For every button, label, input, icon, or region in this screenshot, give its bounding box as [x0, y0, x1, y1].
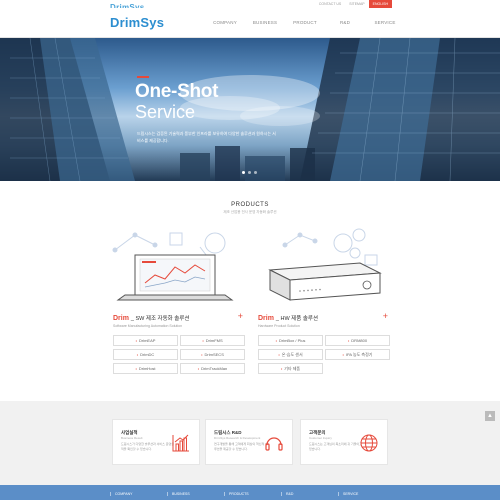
hardware-device-illustration	[268, 228, 382, 301]
info-card-rnd[interactable]: 드림시스 R&D DrimSys Research & Development …	[205, 419, 293, 465]
main-nav: COMPANY BUSINESS PRODUCT R&D SERVICE	[205, 20, 405, 25]
footer-products[interactable]: PRODUCTS	[224, 492, 281, 496]
footer-business[interactable]: BUSINESS	[167, 492, 224, 496]
product-label: DRM800	[351, 338, 368, 343]
product-button-sensor[interactable]: • 온·습도 센서	[258, 349, 323, 360]
sw-brand: Drim	[113, 315, 129, 322]
footer-nav: COMPANY BUSINESS PRODUCTS R&D SERVICE	[110, 492, 395, 496]
footer-company[interactable]: COMPANY	[110, 492, 167, 496]
sw-product-name[interactable]: Drim _ SW 제조 자동화 솔루션	[113, 314, 243, 322]
product-button-drimdc[interactable]: • DrimDC	[113, 349, 178, 360]
hw-product-name[interactable]: Drim _ HW 제품 솔루션	[258, 314, 388, 322]
hw-name: _ HW 제품 솔루션	[275, 316, 319, 322]
nav-business[interactable]: BUSINESS	[245, 20, 285, 25]
logo[interactable]: DrimSys	[110, 15, 164, 30]
sw-product-english: Software Manufacturing Automation Soluti…	[113, 324, 183, 328]
footer-rnd[interactable]: R&D	[281, 492, 338, 496]
laptop-chart-illustration	[112, 232, 234, 301]
card-english: Customer Inquiry	[309, 436, 332, 440]
info-band: ▲ 사업실적 Business Result 드림시스가 다양한 솔루션과 서비…	[0, 401, 500, 485]
product-label: DrimHost	[138, 366, 156, 371]
nav-product[interactable]: PRODUCT	[285, 20, 325, 25]
sw-product-list: • DrimEAP • DrimFMS • DrimDC • DrimSECS • Dri…	[113, 335, 245, 374]
hero-subtitle: Service	[135, 102, 196, 122]
footer-service[interactable]: SERVICE	[338, 492, 395, 496]
product-button-drimtrackman[interactable]: • DrimTrackMan	[180, 363, 245, 374]
product-button-other[interactable]: • 기타 제품	[258, 363, 323, 374]
product-label: DrimEAP	[138, 338, 156, 343]
nav-service[interactable]: SERVICE	[365, 20, 405, 25]
nav-rnd[interactable]: R&D	[325, 20, 365, 25]
header: DrimSys COMPANY BUSINESS PRODUCT R&D SER…	[0, 8, 500, 38]
sitemap-link[interactable]: SITEMAP	[345, 0, 368, 8]
bar-chart-icon	[172, 434, 189, 452]
card-description: 연구개발을 통해 고객에게 최상의 혁신적 솔루션을 제공할 수 있습니다.	[214, 442, 268, 451]
product-label: DrimSECS	[204, 352, 224, 357]
info-card-business-result[interactable]: 사업실적 Business Result 드림시스가 다양한 솔루션과 서비스 …	[112, 419, 200, 465]
sw-more-plus-icon[interactable]: +	[238, 311, 243, 321]
headset-icon	[265, 437, 283, 451]
product-button-ipa-meter[interactable]: • IPA 농도 측정기	[325, 349, 390, 360]
info-card-customer-inquiry[interactable]: 고객문의 Customer Inquiry 드림시스는 고객님의 목소리에 귀 …	[300, 419, 388, 465]
globe-icon	[360, 434, 378, 452]
slider-dot[interactable]	[254, 171, 257, 174]
product-button-drimeap[interactable]: • DrimEAP	[113, 335, 178, 346]
hw-more-plus-icon[interactable]: +	[383, 311, 388, 321]
hero-buildings-image	[0, 38, 500, 181]
card-english: DrimSys Research & Development	[214, 436, 261, 440]
nav-company[interactable]: COMPANY	[205, 20, 245, 25]
product-label: DrimBox / Plus	[278, 338, 306, 343]
product-label: DrimFMS	[205, 338, 223, 343]
sw-name: _ SW 제조 자동화 솔루션	[130, 316, 190, 322]
product-label: 온·습도 센서	[281, 351, 303, 357]
slider-dot[interactable]	[242, 171, 245, 174]
product-button-drimbox[interactable]: • DrimBox / Plus	[258, 335, 323, 346]
product-label: 기타 제품	[284, 365, 301, 371]
hero-accent-line	[137, 76, 149, 78]
sw-product-header: Drim _ SW 제조 자동화 솔루션 Software Manufactur…	[113, 311, 243, 328]
hero-banner: One-Shot Service 드림시스는 검증된 기술력과 풍부한 인프라를…	[0, 38, 500, 181]
card-english: Business Result	[121, 436, 143, 440]
hw-brand: Drim	[258, 315, 274, 322]
footer: COMPANY BUSINESS PRODUCTS R&D SERVICE	[0, 485, 500, 500]
products-subtitle: 제조 산업용 전사 운영 자동화 솔루션	[223, 210, 277, 214]
hw-product-list: • DrimBox / Plus • DRM800 • 온·습도 센서 • IPA 농도…	[258, 335, 390, 374]
product-button-drimhost[interactable]: • DrimHost	[113, 363, 178, 374]
hero-description: 드림시스는 검증된 기술력과 풍부한 인프라를 보유하여 다양한 솔루션과 원하…	[137, 131, 276, 143]
arrow-up-icon[interactable]: ▲	[485, 411, 495, 421]
products-title: PRODUCTS	[231, 202, 269, 208]
slider-dots	[242, 171, 257, 174]
page: DrimSys CONTACT US SITEMAP ENGLISH DrimS…	[0, 0, 500, 500]
product-button-drimfms[interactable]: • DrimFMS	[180, 335, 245, 346]
hw-product-english: Hardware Product Solution	[258, 324, 300, 328]
card-description: 드림시스가 다양한 솔루션과 서비스 운영실적을 확인할 수 있습니다.	[121, 442, 175, 451]
product-label: DrimDC	[140, 352, 155, 357]
product-button-drimsecs[interactable]: • DrimSECS	[180, 349, 245, 360]
english-link[interactable]: ENGLISH	[368, 0, 392, 8]
product-button-drm800[interactable]: • DRM800	[325, 335, 390, 346]
hero-title: One-Shot	[135, 81, 219, 102]
card-description: 드림시스는 고객님의 목소리에 귀 기울이고 있습니다.	[309, 442, 363, 451]
utility-bar: CONTACT US SITEMAP ENGLISH	[315, 0, 392, 8]
hw-product-header: Drim _ HW 제품 솔루션 Hardware Product Soluti…	[258, 311, 388, 328]
contact-us-link[interactable]: CONTACT US	[315, 0, 345, 8]
product-label: IPA 농도 측정기	[345, 351, 373, 357]
product-label: DrimTrackMan	[201, 366, 228, 371]
slider-dot[interactable]	[248, 171, 251, 174]
